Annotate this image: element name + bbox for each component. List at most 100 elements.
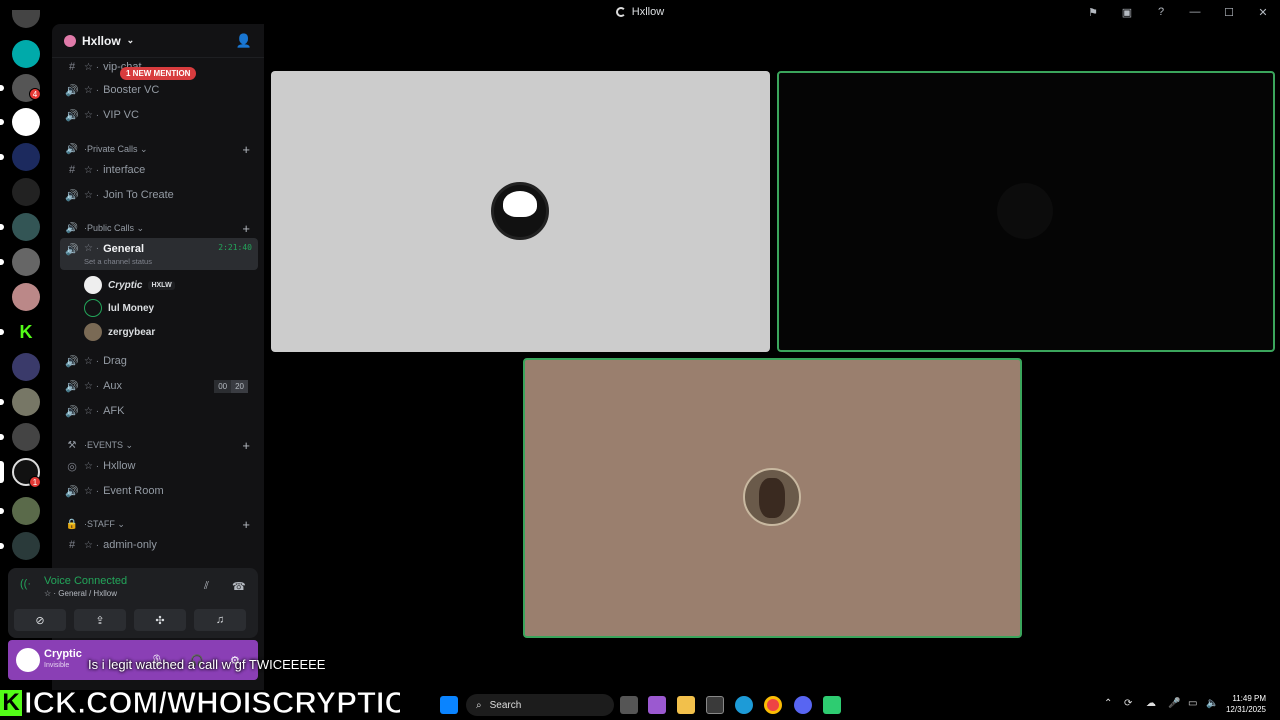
disconnect-icon[interactable]: ☎ <box>232 580 246 593</box>
help-icon[interactable]: ? <box>1152 6 1170 18</box>
search-icon: ⌕ <box>476 699 482 711</box>
channel-drag[interactable]: 🔊 ☆ · Drag <box>60 350 258 372</box>
server-name: Hxllow <box>82 33 121 48</box>
channel-general[interactable]: 🔊 ☆ · General 2:21:40 Set a channel stat… <box>60 238 258 270</box>
server-icon[interactable] <box>12 108 40 136</box>
camera-off-button[interactable]: ⊘ <box>14 609 66 631</box>
category-public-calls[interactable]: 🔊 · Public Calls ⌄ + <box>60 220 258 236</box>
channel-status[interactable]: Set a channel status <box>84 257 152 266</box>
video-tile-2-speaking[interactable] <box>777 71 1275 352</box>
noise-suppression-icon[interactable]: ⫽ <box>204 580 209 593</box>
windows-start-icon[interactable] <box>440 696 458 714</box>
server-icon[interactable] <box>12 353 40 381</box>
channel-interface[interactable]: # ☆ · interface <box>60 159 258 181</box>
text-channel-icon: # <box>68 539 76 551</box>
channel-afk[interactable]: 🔊 ☆ · AFK <box>60 400 258 422</box>
minimize-button[interactable]: — <box>1186 6 1204 18</box>
server-icon[interactable] <box>12 248 40 276</box>
create-channel-icon[interactable]: + <box>242 438 250 453</box>
store-icon[interactable] <box>706 696 724 714</box>
avatar <box>997 183 1053 239</box>
hammer-icon: ⚒ <box>67 439 77 451</box>
copilot-icon[interactable] <box>648 696 666 714</box>
video-tile-3-speaking[interactable] <box>523 358 1022 638</box>
window-title: Hxllow <box>615 6 664 18</box>
cloud-icon[interactable]: ☁ <box>1146 698 1156 709</box>
avatar[interactable] <box>16 648 40 672</box>
channel-hxllow-stage[interactable]: ◎ ☆ · Hxllow <box>60 455 258 477</box>
server-icon[interactable] <box>12 213 40 241</box>
activities-button[interactable]: ✣ <box>134 609 186 631</box>
network-icon[interactable]: ▭ <box>1188 698 1197 709</box>
screen-share-button[interactable]: ⇪ <box>74 609 126 631</box>
category-events[interactable]: ⚒ · EVENTS ⌄ + <box>60 437 258 453</box>
kick-logo: K <box>0 690 22 716</box>
channel-join-to-create[interactable]: 🔊 ☆ · Join To Create <box>60 184 258 206</box>
star-icon: ☆ · <box>84 109 100 121</box>
category-staff[interactable]: 🔒 · STAFF ⌄ + <box>60 516 258 532</box>
voice-user[interactable]: zergybear <box>84 322 155 342</box>
kick-server-icon[interactable]: K <box>12 318 40 346</box>
channel-aux[interactable]: 🔊 ☆ · Aux 00 20 <box>60 375 258 397</box>
server-icon[interactable] <box>12 532 40 560</box>
taskbar-clock[interactable]: 11:49 PM 12/31/2025 <box>1226 693 1266 715</box>
user-status: Invisible <box>44 662 70 669</box>
flag-icon[interactable]: ⚑ <box>1084 6 1102 19</box>
app-icon[interactable] <box>823 696 841 714</box>
channel-vip-vc[interactable]: 🔊 ☆ · VIP VC <box>60 104 258 126</box>
close-button[interactable]: ✕ <box>1254 6 1272 19</box>
voice-user[interactable]: lul Money <box>84 298 154 318</box>
chrome-icon[interactable] <box>764 696 782 714</box>
avatar <box>84 323 102 341</box>
channel-event-room[interactable]: 🔊 ☆ · Event Room <box>60 480 258 502</box>
server-icon[interactable] <box>12 497 40 525</box>
voice-status[interactable]: Voice Connected <box>44 575 127 587</box>
channel-admin-only[interactable]: # ☆ · admin-only <box>60 534 258 556</box>
server-icon[interactable] <box>12 10 40 28</box>
create-channel-icon[interactable]: + <box>242 142 250 157</box>
avatar <box>491 182 549 240</box>
voice-user[interactable]: Cryptic HXLW <box>84 275 175 295</box>
taskbar-search[interactable]: ⌕ Search <box>466 694 614 716</box>
title-bar: Hxllow ⚑ ▣ ? — ☐ ✕ <box>0 0 1280 24</box>
soundboard-button[interactable]: ♫ <box>194 609 246 631</box>
server-icon[interactable] <box>12 40 40 68</box>
create-channel-icon[interactable]: + <box>242 221 250 236</box>
voice-connected-panel: ((· Voice Connected ☆ · General / Hxllow… <box>8 568 258 638</box>
unread-pill <box>0 508 4 514</box>
voice-location[interactable]: ☆ · General / Hxllow <box>44 589 117 598</box>
chevron-down-icon: ⌄ <box>134 222 145 233</box>
server-icon[interactable] <box>12 388 40 416</box>
windows-taskbar: ⌕ Search ⌃ ⟳ ☁ 🎤 ▭ 🔈 11:49 PM 12/31/2025 <box>400 690 1280 720</box>
volume-icon[interactable]: 🔈 <box>1206 698 1218 709</box>
unread-pill <box>0 119 4 125</box>
video-tile-1[interactable] <box>271 71 770 352</box>
server-icon[interactable] <box>12 423 40 451</box>
server-icon[interactable] <box>12 283 40 311</box>
create-channel-icon[interactable]: + <box>242 517 250 532</box>
unread-pill <box>0 154 4 160</box>
category-private-calls[interactable]: 🔊 · Private Calls ⌄ + <box>60 141 258 157</box>
discord-icon[interactable] <box>794 696 812 714</box>
server-icon[interactable] <box>12 178 40 206</box>
star-icon: ☆ · <box>84 380 100 392</box>
star-icon: ☆ · <box>84 485 100 497</box>
star-icon: ☆ · <box>84 405 100 417</box>
maximize-button[interactable]: ☐ <box>1220 6 1238 19</box>
server-icon[interactable] <box>12 143 40 171</box>
chevron-up-icon[interactable]: ⌃ <box>1104 698 1112 709</box>
invite-user-icon[interactable]: 👤 <box>236 33 252 49</box>
sync-icon[interactable]: ⟳ <box>1124 698 1132 709</box>
task-view-icon[interactable] <box>620 696 638 714</box>
chevron-down-icon: ⌄ <box>137 143 148 154</box>
signal-icon[interactable]: ((· <box>20 578 36 594</box>
inbox-icon[interactable]: ▣ <box>1118 6 1136 19</box>
channel-booster-vc[interactable]: 🔊 ☆ · Booster VC <box>60 79 258 101</box>
unread-pill <box>0 259 4 265</box>
user-limit-badge: 00 20 <box>214 379 248 393</box>
file-explorer-icon[interactable] <box>677 696 695 714</box>
edge-icon[interactable] <box>735 696 753 714</box>
microphone-icon[interactable]: 🎤 <box>1168 698 1180 709</box>
server-header[interactable]: Hxllow ⌄ 👤 <box>52 24 264 58</box>
app-moon-icon <box>615 7 626 17</box>
